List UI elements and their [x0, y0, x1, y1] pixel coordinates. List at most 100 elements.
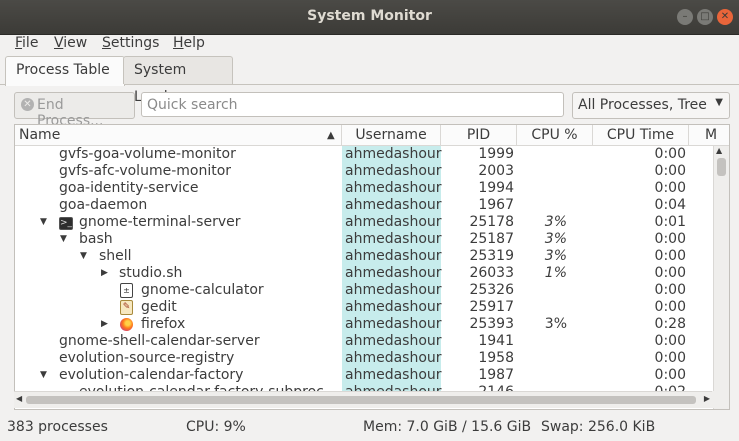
scroll-up-icon[interactable]: ▲	[716, 146, 722, 155]
table-row[interactable]: ▼ bash ahmedashour 25187 3% 0:00	[15, 231, 713, 248]
process-cpu-time: 0:00	[654, 350, 686, 366]
menu-view[interactable]: View	[54, 35, 87, 51]
process-pid: 1987	[478, 367, 514, 383]
process-pid: 1994	[478, 180, 514, 196]
process-cpu	[517, 350, 567, 367]
close-icon: ✕	[21, 98, 34, 111]
table-header: Name ▲ Username PID CPU % CPU Time M	[15, 125, 729, 146]
column-header-cpu[interactable]: CPU %	[517, 125, 593, 145]
table-row[interactable]: gvfs-goa-volume-monitor ahmedashour 1999…	[15, 146, 713, 163]
process-count: 383 processes	[7, 419, 108, 435]
table-row[interactable]: ▶ studio.sh ahmedashour 26033 1% 0:00	[15, 265, 713, 282]
horizontal-scroll-thumb[interactable]	[26, 396, 696, 404]
table-row[interactable]: gvfs-afc-volume-monitor ahmedashour 2003…	[15, 163, 713, 180]
process-cpu-time: 0:00	[654, 163, 686, 179]
process-cpu-time: 0:00	[654, 282, 686, 298]
table-row[interactable]: goa-identity-service ahmedashour 1994 0:…	[15, 180, 713, 197]
table-row[interactable]: gnome-shell-calendar-server ahmedashour …	[15, 333, 713, 350]
column-header-name[interactable]: Name ▲	[15, 125, 342, 145]
process-pid: 25326	[469, 282, 514, 298]
menu-view-mnemonic: V	[54, 35, 64, 51]
process-pid: 1958	[478, 350, 514, 366]
process-user: ahmedashour	[342, 299, 442, 316]
cpu-usage: CPU: 9%	[186, 419, 246, 435]
process-pid: 25178	[469, 214, 514, 230]
process-name: evolution-source-registry	[59, 350, 235, 366]
table-row[interactable]: ▼ shell ahmedashour 25319 3% 0:00	[15, 248, 713, 265]
end-process-button[interactable]: ✕ End Process...	[14, 92, 135, 129]
process-cpu-time: 0:00	[654, 299, 686, 315]
table-row[interactable]: ± gnome-calculator ahmedashour 25326 0:0…	[15, 282, 713, 299]
process-pid: 25917	[469, 299, 514, 315]
horizontal-scrollbar[interactable]: ◀ ▶	[14, 391, 712, 408]
process-user: ahmedashour	[342, 350, 442, 367]
process-user: ahmedashour	[342, 163, 442, 180]
process-filter-dropdown[interactable]: All Processes, Tree ▼	[572, 92, 730, 119]
process-cpu-time: 0:00	[654, 367, 686, 383]
vertical-scroll-thumb[interactable]	[717, 158, 726, 176]
column-header-username[interactable]: Username	[342, 125, 441, 145]
process-cpu-time: 0:00	[654, 146, 686, 162]
table-row[interactable]: ▼ evolution-calendar-factory ahmedashour…	[15, 367, 713, 384]
process-cpu: 3%	[544, 231, 567, 247]
table-row[interactable]: ▼ >_ gnome-terminal-server ahmedashour 2…	[15, 214, 713, 231]
menu-help-mnemonic: H	[173, 35, 184, 51]
process-user: ahmedashour	[342, 180, 442, 197]
table-row[interactable]: ✎ gedit ahmedashour 25917 0:00	[15, 299, 713, 316]
process-cpu: 3%	[544, 214, 567, 230]
scroll-left-icon[interactable]: ◀	[16, 394, 22, 403]
menu-settings[interactable]: Settings	[102, 35, 159, 51]
system-monitor-window: System Monitor – □ ✕ File View Settings …	[0, 0, 739, 441]
menu-file-label: ile	[22, 35, 39, 51]
scrollbar-corner	[712, 391, 728, 408]
process-name: goa-daemon	[59, 197, 148, 213]
process-cpu	[517, 146, 567, 163]
column-header-cpu-time[interactable]: CPU Time	[593, 125, 689, 145]
process-table: Name ▲ Username PID CPU % CPU Time M gvfs…	[14, 124, 730, 410]
tab-system-load[interactable]: System Load	[123, 56, 233, 105]
process-pid: 25187	[469, 231, 514, 247]
process-user: ahmedashour	[342, 265, 442, 282]
column-header-pid[interactable]: PID	[441, 125, 517, 145]
process-user: ahmedashour	[342, 231, 442, 248]
process-user: ahmedashour	[342, 248, 442, 265]
maximize-icon[interactable]: □	[697, 9, 713, 25]
process-cpu	[517, 282, 567, 299]
title-bar[interactable]: System Monitor – □ ✕	[0, 0, 739, 35]
process-user: ahmedashour	[342, 333, 442, 350]
process-pid: 1967	[478, 197, 514, 213]
swap-usage: Swap: 256.0 KiB	[541, 419, 656, 435]
column-header-memory[interactable]: M	[689, 125, 729, 145]
table-row[interactable]: goa-daemon ahmedashour 1967 0:04	[15, 197, 713, 214]
window-title: System Monitor	[307, 8, 432, 24]
menu-help[interactable]: Help	[173, 35, 205, 51]
menu-file-mnemonic: F	[15, 35, 23, 51]
menu-file[interactable]: File	[15, 35, 38, 51]
process-user: ahmedashour	[342, 146, 442, 163]
process-cpu: 1%	[544, 265, 567, 281]
process-pid: 1941	[478, 333, 514, 349]
vertical-scrollbar[interactable]: ▲ ▼	[713, 146, 729, 409]
process-filter-label: All Processes, Tree	[578, 97, 707, 113]
table-row[interactable]: ▶ firefox ahmedashour 25393 3% 0:28	[15, 316, 713, 333]
process-cpu-time: 0:00	[654, 248, 686, 264]
process-cpu: 3%	[544, 316, 567, 332]
process-pid: 26033	[469, 265, 514, 281]
tab-strip: Process Table System Load	[0, 54, 739, 105]
chevron-down-icon: ▼	[715, 97, 723, 108]
process-user: ahmedashour	[342, 197, 442, 214]
process-cpu-time: 0:04	[654, 197, 686, 213]
process-pid: 2003	[478, 163, 514, 179]
scroll-right-icon[interactable]: ▶	[704, 394, 710, 403]
minimize-icon[interactable]: –	[677, 9, 693, 25]
table-row[interactable]: evolution-source-registry ahmedashour 19…	[15, 350, 713, 367]
process-user: ahmedashour	[342, 282, 442, 299]
process-user: ahmedashour	[342, 214, 442, 231]
search-input[interactable]	[141, 92, 564, 117]
close-icon[interactable]: ✕	[717, 9, 733, 25]
process-user: ahmedashour	[342, 367, 442, 384]
process-cpu-time: 0:28	[654, 316, 686, 332]
tab-process-table[interactable]: Process Table	[5, 56, 125, 86]
process-cpu	[517, 367, 567, 384]
table-body: gvfs-goa-volume-monitor ahmedashour 1999…	[15, 146, 713, 409]
